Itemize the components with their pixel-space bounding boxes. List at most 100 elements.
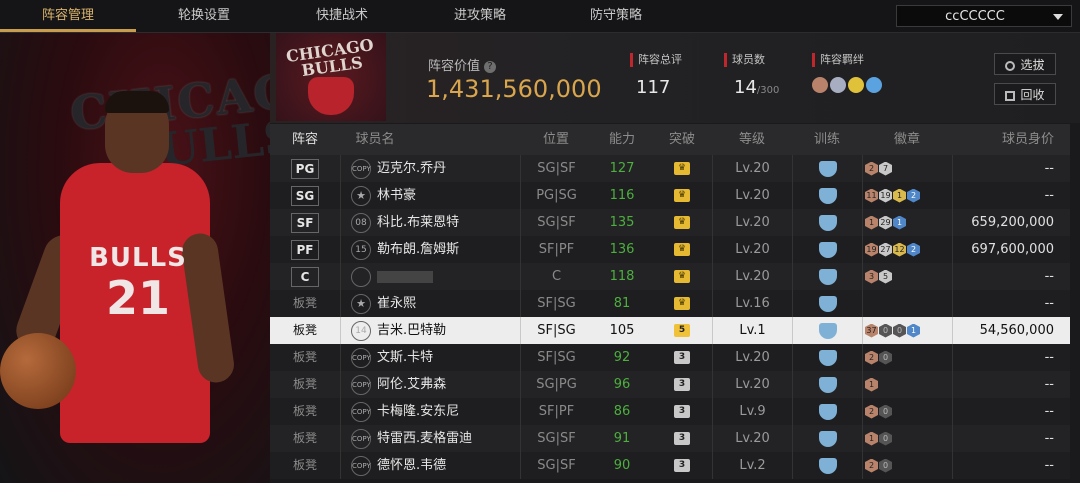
badges-cell[interactable]: 20 <box>862 398 952 425</box>
breakthrough-cell[interactable]: 3 <box>652 398 712 425</box>
breakthrough-cell[interactable]: ♛ <box>652 236 712 263</box>
col-training[interactable]: 训练 <box>792 124 862 155</box>
breakthrough-cell[interactable]: ♛ <box>652 263 712 290</box>
badges-cell[interactable]: 10 <box>862 425 952 452</box>
breakthrough-cell[interactable]: 3 <box>652 452 712 479</box>
col-player-value[interactable]: 球员身价 <box>952 124 1054 155</box>
tab-offense-strategy[interactable]: 进攻策略 <box>420 0 540 32</box>
training-cell[interactable] <box>792 452 862 479</box>
training-cell[interactable] <box>792 263 862 290</box>
recycle-button[interactable]: 回收 <box>994 83 1056 105</box>
table-row[interactable]: PF 15 勒布朗.詹姆斯 SF|PF 136 ♛ Lv.20 19 27 12 2 697,600,… <box>270 236 1070 263</box>
lineup-slot-cell[interactable]: SG <box>270 182 340 209</box>
bench-slot-label: 板凳 <box>292 323 317 337</box>
lineup-value-label: 阵容价值? <box>428 55 497 74</box>
col-player-name[interactable]: 球员名 <box>340 124 410 155</box>
col-breakthrough[interactable]: 突破 <box>652 124 712 155</box>
table-row[interactable]: 板凳 COPY 卡梅隆.安东尼 SF|PF 86 3 Lv.9 2 0 -- <box>270 398 1070 425</box>
player-name-cell[interactable]: 08 科比.布莱恩特 <box>340 209 520 236</box>
badges-cell[interactable]: 20 <box>862 452 952 479</box>
player-name-cell[interactable] <box>340 263 520 290</box>
badges-cell[interactable]: 37 0 0 1 <box>862 317 952 344</box>
table-row[interactable]: 板凳 ★ 崔永熙 SF|SG 81 ♛ Lv.16 -- <box>270 290 1070 317</box>
breakthrough-cell[interactable]: ♛ <box>652 290 712 317</box>
tab-lineup-management[interactable]: 阵容管理 <box>0 0 136 32</box>
chemistry-bronze-icon[interactable] <box>812 77 828 93</box>
table-row[interactable]: 板凳 COPY 特雷西.麦格雷迪 SG|SF 91 3 Lv.20 1 0 -- <box>270 425 1070 452</box>
badges-cell[interactable]: 11 19 1 2 <box>862 182 952 209</box>
player-name-cell[interactable]: COPY 迈克尔.乔丹 <box>340 155 520 182</box>
badges-cell[interactable]: 1 29 1 <box>862 209 952 236</box>
lineup-slot-cell[interactable]: 板凳 <box>270 344 340 371</box>
player-name-cell[interactable]: 15 勒布朗.詹姆斯 <box>340 236 520 263</box>
chemistry-blue-icon[interactable] <box>866 77 882 93</box>
player-name-cell[interactable]: COPY 卡梅隆.安东尼 <box>340 398 520 425</box>
player-value: -- <box>952 398 1054 425</box>
training-cell[interactable] <box>792 317 862 344</box>
player-name-cell[interactable]: COPY 文斯.卡特 <box>340 344 520 371</box>
training-cell[interactable] <box>792 155 862 182</box>
badges-cell[interactable]: 20 <box>862 344 952 371</box>
table-row[interactable]: C C 118 ♛ Lv.20 3 5 -- <box>270 263 1070 290</box>
breakthrough-cell[interactable]: ♛ <box>652 155 712 182</box>
table-row[interactable]: 板凳 COPY 文斯.卡特 SF|SG 92 3 Lv.20 2 0 -- <box>270 344 1070 371</box>
player-name-cell[interactable]: COPY 特雷西.麦格雷迪 <box>340 425 520 452</box>
training-cell[interactable] <box>792 398 862 425</box>
badges-cell[interactable]: 27 <box>862 155 952 182</box>
training-cell[interactable] <box>792 344 862 371</box>
table-row[interactable]: SG ★ 林书豪 PG|SG 116 ♛ Lv.20 11 19 1 2 -- <box>270 182 1070 209</box>
lineup-slot-cell[interactable]: 板凳 <box>270 317 340 344</box>
player-name-cell[interactable]: 14 吉米.巴特勒 <box>340 317 520 344</box>
chemistry-silver-icon[interactable] <box>830 77 846 93</box>
badges-cell[interactable]: 1 <box>862 371 952 398</box>
tab-rotation-settings[interactable]: 轮换设置 <box>144 0 264 32</box>
table-row[interactable]: SF 08 科比.布莱恩特 SG|SF 135 ♛ Lv.20 1 29 1 659,200,000 <box>270 209 1070 236</box>
training-cell[interactable] <box>792 425 862 452</box>
team-select[interactable]: ccCCCCC <box>896 5 1072 27</box>
breakthrough-cell[interactable]: ♛ <box>652 209 712 236</box>
scout-button[interactable]: 选拔 <box>994 53 1056 75</box>
breakthrough-cell[interactable]: 3 <box>652 371 712 398</box>
breakthrough-cell[interactable]: 3 <box>652 344 712 371</box>
lineup-slot-cell[interactable]: PG <box>270 155 340 182</box>
table-row[interactable]: PG COPY 迈克尔.乔丹 SG|SF 127 ♛ Lv.20 2 7 -- <box>270 155 1070 182</box>
lineup-slot-cell[interactable]: C <box>270 263 340 290</box>
col-badges[interactable]: 徽章 <box>862 124 952 155</box>
breakthrough-cell[interactable]: 5 <box>652 317 712 344</box>
table-row[interactable]: 板凳 COPY 阿伦.艾弗森 SG|PG 96 3 Lv.20 1 -- <box>270 371 1070 398</box>
lineup-slot-cell[interactable]: 板凳 <box>270 425 340 452</box>
badges-cell[interactable] <box>862 290 952 317</box>
table-row[interactable]: 板凳 14 吉米.巴特勒 SF|SG 105 5 Lv.1 37 0 0 1 54,560,000 <box>270 317 1070 344</box>
player-name-cell[interactable]: ★ 崔永熙 <box>340 290 520 317</box>
bronze-badge-icon: 2 <box>865 350 878 365</box>
lineup-slot-cell[interactable]: SF <box>270 209 340 236</box>
training-cell[interactable] <box>792 209 862 236</box>
chemistry-icons[interactable] <box>812 77 884 97</box>
help-icon[interactable]: ? <box>484 60 497 73</box>
chemistry-gold-icon[interactable] <box>848 77 864 93</box>
player-level: Lv.9 <box>712 398 792 425</box>
lineup-slot-cell[interactable]: PF <box>270 236 340 263</box>
col-position[interactable]: 位置 <box>520 124 592 155</box>
table-row[interactable]: 板凳 COPY 德怀恩.韦德 SG|SF 90 3 Lv.2 2 0 -- <box>270 452 1070 479</box>
lineup-slot-cell[interactable]: 板凳 <box>270 398 340 425</box>
tab-quick-tactics[interactable]: 快捷战术 <box>282 0 402 32</box>
training-cell[interactable] <box>792 290 862 317</box>
training-cell[interactable] <box>792 236 862 263</box>
player-name-cell[interactable]: COPY 德怀恩.韦德 <box>340 452 520 479</box>
col-ability[interactable]: 能力 <box>592 124 652 155</box>
player-name-cell[interactable]: ★ 林书豪 <box>340 182 520 209</box>
training-cell[interactable] <box>792 371 862 398</box>
breakthrough-cell[interactable]: ♛ <box>652 182 712 209</box>
tab-defense-strategy[interactable]: 防守策略 <box>556 0 676 32</box>
badges-cell[interactable]: 19 27 12 2 <box>862 236 952 263</box>
lineup-slot-cell[interactable]: 板凳 <box>270 371 340 398</box>
badges-cell[interactable]: 35 <box>862 263 952 290</box>
breakthrough-cell[interactable]: 3 <box>652 425 712 452</box>
lineup-slot-cell[interactable]: 板凳 <box>270 290 340 317</box>
col-lineup[interactable]: 阵容 <box>270 124 340 155</box>
training-cell[interactable] <box>792 182 862 209</box>
player-name-cell[interactable]: COPY 阿伦.艾弗森 <box>340 371 520 398</box>
col-level[interactable]: 等级 <box>712 124 792 155</box>
lineup-slot-cell[interactable]: 板凳 <box>270 452 340 479</box>
